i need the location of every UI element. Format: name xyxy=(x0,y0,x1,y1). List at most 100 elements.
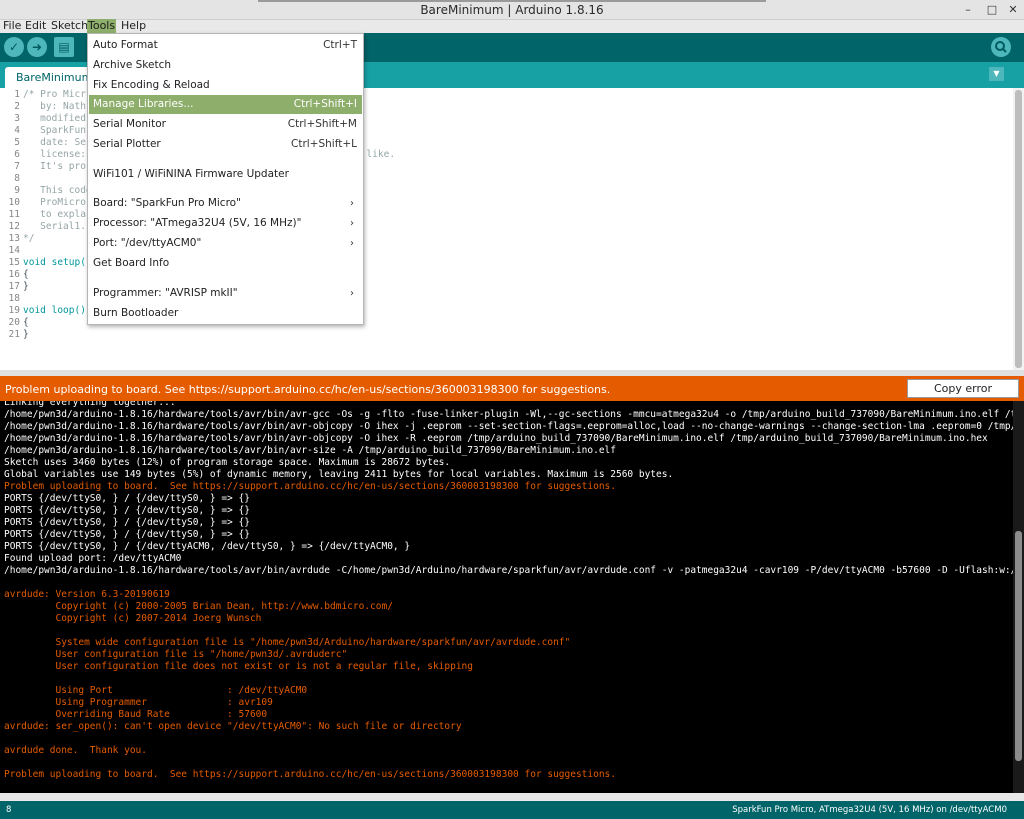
line-number: 12 xyxy=(8,221,20,232)
console-line: Copyright (c) 2000-2005 Brian Dean, http… xyxy=(4,601,393,612)
console-scroll-thumb[interactable] xyxy=(1015,531,1022,761)
console-line: PORTS {/dev/ttyS0, } / {/dev/ttyS0, } =>… xyxy=(4,517,250,528)
menu-item-board-sparkfun-pro-micro[interactable]: Board: "SparkFun Pro Micro" › xyxy=(89,194,362,213)
line-number: 11 xyxy=(8,209,20,220)
line-number: 7 xyxy=(14,161,20,172)
line-number: 3 xyxy=(14,113,20,124)
menu-item-label: Manage Libraries... xyxy=(93,98,194,110)
console-line: avrdude: Version 6.3-20190619 xyxy=(4,589,170,600)
menu-item-shortcut: Ctrl+Shift+M xyxy=(287,118,357,130)
code-line[interactable]: to expla xyxy=(23,209,86,220)
menu-separator xyxy=(89,277,362,278)
console-line: System wide configuration file is "/home… xyxy=(4,637,571,648)
menu-item-label: Processor: "ATmega32U4 (5V, 16 MHz)" xyxy=(93,217,302,229)
line-number-gutter: 1 2 3 4 5 6 7 8 9 10 11 12 13 14 15 16 17 18 19 20 21 xyxy=(0,88,21,370)
menu-edit[interactable]: Edit xyxy=(24,19,47,33)
code-line[interactable]: { xyxy=(23,269,29,280)
error-message: Problem uploading to board. See https://… xyxy=(5,383,611,396)
menu-file[interactable]: File xyxy=(2,19,22,33)
code-line[interactable]: This code xyxy=(23,185,91,196)
code-line[interactable]: license: xyxy=(23,149,86,160)
console-line: Using Programmer : avr109 xyxy=(4,697,273,708)
code-line[interactable]: */ xyxy=(23,233,34,244)
console-line: Global variables use 149 bytes (5%) of d… xyxy=(4,469,674,480)
code-line[interactable]: } xyxy=(23,281,29,292)
error-bar: Problem uploading to board. See https://… xyxy=(0,376,1024,412)
console-line: /home/pwn3d/arduino-1.8.16/hardware/tool… xyxy=(4,409,1013,420)
chevron-down-icon[interactable]: ▼ xyxy=(989,67,1004,81)
menu-item-wifi101-wifinina-firmware-updater[interactable]: WiFi101 / WiFiNINA Firmware Updater xyxy=(89,165,362,184)
menu-item-serial-monitor[interactable]: Serial Monitor Ctrl+Shift+M xyxy=(89,115,362,134)
console-line: Found upload port: /dev/ttyACM0 xyxy=(4,553,182,564)
menu-item-auto-format[interactable]: Auto Format Ctrl+T xyxy=(89,36,362,55)
console-line: Linking everything together... xyxy=(4,401,176,408)
console-scrollbar[interactable] xyxy=(1013,401,1024,793)
status-bar: 8 SparkFun Pro Micro, ATmega32U4 (5V, 16… xyxy=(0,801,1024,819)
line-number: 20 xyxy=(8,317,20,328)
chevron-right-icon: › xyxy=(350,238,354,249)
maximize-icon[interactable]: □ xyxy=(986,4,998,16)
status-board-info: SparkFun Pro Micro, ATmega32U4 (5V, 16 M… xyxy=(732,805,1007,815)
code-line[interactable]: modified xyxy=(23,113,86,124)
title-accent-line xyxy=(258,0,766,2)
chevron-right-icon: › xyxy=(350,198,354,209)
line-number: 9 xyxy=(14,185,20,196)
line-number: 13 xyxy=(8,233,20,244)
editor-scroll-thumb[interactable] xyxy=(1015,90,1022,368)
code-line[interactable]: void loop() xyxy=(23,305,86,316)
menu-tools[interactable]: Tools xyxy=(87,19,117,33)
menu-item-label: Serial Monitor xyxy=(93,118,166,130)
code-line[interactable]: It's pro xyxy=(23,161,86,172)
menu-item-programmer-avrisp-mkii[interactable]: Programmer: "AVRISP mkII" › xyxy=(89,284,362,303)
menu-item-label: Fix Encoding & Reload xyxy=(93,79,210,91)
menu-item-get-board-info[interactable]: Get Board Info xyxy=(89,254,362,273)
console-line: Problem uploading to board. See https://… xyxy=(4,769,616,780)
code-line[interactable]: /* Pro Micr xyxy=(23,89,86,100)
new-file-icon[interactable]: ▤ xyxy=(54,37,74,57)
code-line[interactable]: SparkFun xyxy=(23,125,86,136)
line-number: 19 xyxy=(8,305,20,316)
code-line[interactable]: Serial1. xyxy=(23,221,86,232)
menu-item-serial-plotter[interactable]: Serial Plotter Ctrl+Shift+L xyxy=(89,135,362,154)
line-number: 8 xyxy=(14,173,20,184)
code-line[interactable]: date: Se xyxy=(23,137,86,148)
console-line: User configuration file does not exist o… xyxy=(4,661,473,672)
console-line: PORTS {/dev/ttyS0, } / {/dev/ttyS0, } =>… xyxy=(4,493,250,504)
menu-item-label: Programmer: "AVRISP mkII" xyxy=(93,287,238,299)
arrow-right-icon[interactable]: ➜ xyxy=(27,37,47,57)
console-line: avrdude: ser_open(): can't open device "… xyxy=(4,721,462,732)
menu-item-processor-atmega32u4-5v-16-mhz[interactable]: Processor: "ATmega32U4 (5V, 16 MHz)" › xyxy=(89,214,362,233)
code-line[interactable]: ProMicro xyxy=(23,197,86,208)
menu-sketch[interactable]: Sketch xyxy=(50,19,89,33)
code-line[interactable]: void setup() xyxy=(23,257,92,268)
menu-item-label: WiFi101 / WiFiNINA Firmware Updater xyxy=(93,168,289,180)
console-output[interactable]: Linking everything together.../home/pwn3… xyxy=(0,401,1013,793)
console-horizontal-scrollbar[interactable] xyxy=(0,793,1024,801)
window-title: BareMinimum | Arduino 1.8.16 xyxy=(420,3,604,17)
menu-separator xyxy=(89,158,362,159)
menu-item-label: Archive Sketch xyxy=(93,59,172,71)
console-line: /home/pwn3d/arduino-1.8.16/hardware/tool… xyxy=(4,565,1013,576)
menu-item-port-dev-ttyacm0[interactable]: Port: "/dev/ttyACM0" › xyxy=(89,234,362,253)
close-icon[interactable]: ✕ xyxy=(1007,4,1019,16)
editor-scrollbar[interactable] xyxy=(1013,88,1024,370)
magnifier-icon[interactable] xyxy=(991,37,1011,57)
line-number: 18 xyxy=(8,293,20,304)
menu-help[interactable]: Help xyxy=(120,19,147,33)
menu-item-burn-bootloader[interactable]: Burn Bootloader xyxy=(89,304,362,323)
check-icon[interactable]: ✓ xyxy=(4,37,24,57)
copy-error-messages-button[interactable]: Copy error messages xyxy=(907,379,1019,412)
menu-item-fix-encoding-reload[interactable]: Fix Encoding & Reload xyxy=(89,76,362,95)
code-line[interactable]: by: Nath xyxy=(23,101,86,112)
code-line[interactable]: { xyxy=(23,317,29,328)
minimize-icon[interactable]: – xyxy=(962,4,974,16)
tab-bareminimum[interactable]: BareMinimum xyxy=(5,67,95,88)
line-number: 4 xyxy=(14,125,20,136)
menu-item-archive-sketch[interactable]: Archive Sketch xyxy=(89,56,362,75)
console-line: PORTS {/dev/ttyS0, } / {/dev/ttyS0, } =>… xyxy=(4,529,250,540)
code-line[interactable]: } xyxy=(23,329,29,340)
status-line-number: 8 xyxy=(6,805,12,815)
line-number: 14 xyxy=(8,245,20,256)
menu-item-label: Get Board Info xyxy=(93,257,170,269)
menu-item-manage-libraries[interactable]: Manage Libraries... Ctrl+Shift+I xyxy=(89,95,362,114)
